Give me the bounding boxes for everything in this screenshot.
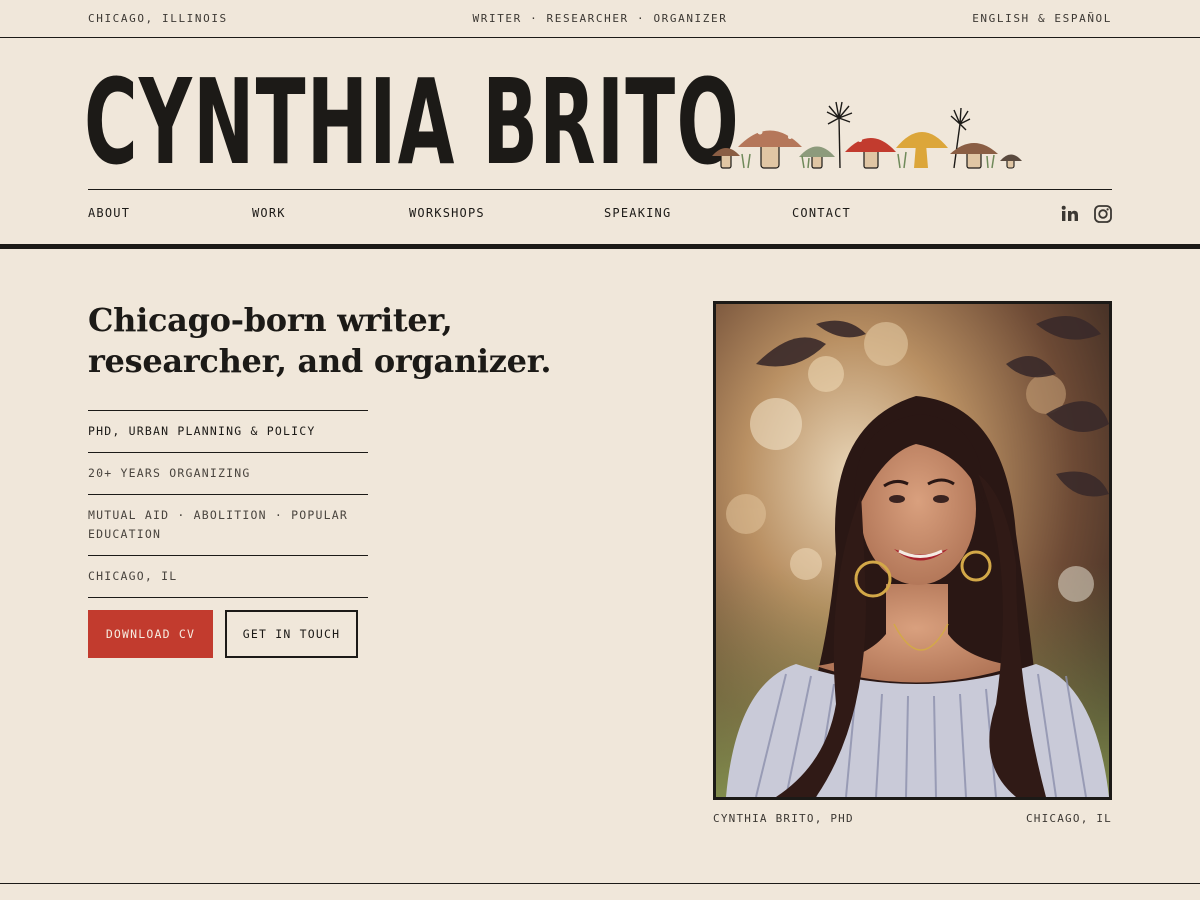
nav-item-about[interactable]: ABOUT xyxy=(88,206,130,220)
portrait-caption-place: CHICAGO, IL xyxy=(1025,812,1112,825)
mushroom-icon-5 xyxy=(896,132,948,168)
fact-list: PHD, URBAN PLANNING & POLICY 20+ YEARS O… xyxy=(88,410,368,598)
instagram-icon[interactable] xyxy=(1093,204,1113,224)
nav-item-contact[interactable]: CONTACT xyxy=(792,206,851,220)
mushroom-illustration xyxy=(712,101,1022,169)
dandelion-icon-1 xyxy=(826,101,853,169)
fact-item-focus: MUTUAL AID · ABOLITION · POPULAR EDUCATI… xyxy=(88,495,368,556)
nav-item-workshops[interactable]: WORKSHOPS xyxy=(409,206,485,220)
portrait-caption-name: CYNTHIA BRITO, PHD xyxy=(713,812,854,825)
fact-item-degree: PHD, URBAN PLANNING & POLICY xyxy=(88,411,368,453)
mushroom-icon-1 xyxy=(712,148,740,169)
fact-item-experience: 20+ YEARS ORGANIZING xyxy=(88,453,368,495)
nav-item-speaking[interactable]: SPEAKING xyxy=(604,206,671,220)
mushroom-icon-3 xyxy=(799,146,835,169)
download-cv-button[interactable]: DOWNLOAD CV xyxy=(88,610,213,658)
fact-item-location: CHICAGO, IL xyxy=(88,556,368,598)
linkedin-icon[interactable] xyxy=(1060,204,1080,224)
portrait-image xyxy=(716,304,1109,797)
mushroom-icon-7 xyxy=(1000,154,1022,169)
language-switch[interactable]: ENGLISH & ESPAÑOL xyxy=(972,12,1112,25)
mushroom-icon-2 xyxy=(738,126,802,169)
header-divider xyxy=(88,189,1112,190)
hero-headline: Chicago-born writer, researcher, and org… xyxy=(88,301,552,380)
site-title[interactable]: CYNTHIA BRITO xyxy=(84,52,740,192)
mushroom-icon-4 xyxy=(845,138,896,169)
nav-item-work[interactable]: WORK xyxy=(252,206,286,220)
nav-divider xyxy=(0,244,1200,249)
top-bar: CHICAGO, ILLINOIS WRITER · RESEARCHER · … xyxy=(0,0,1200,38)
portrait-photo xyxy=(713,301,1112,800)
footer-divider xyxy=(0,883,1200,884)
get-in-touch-button[interactable]: GET IN TOUCH xyxy=(225,610,358,658)
